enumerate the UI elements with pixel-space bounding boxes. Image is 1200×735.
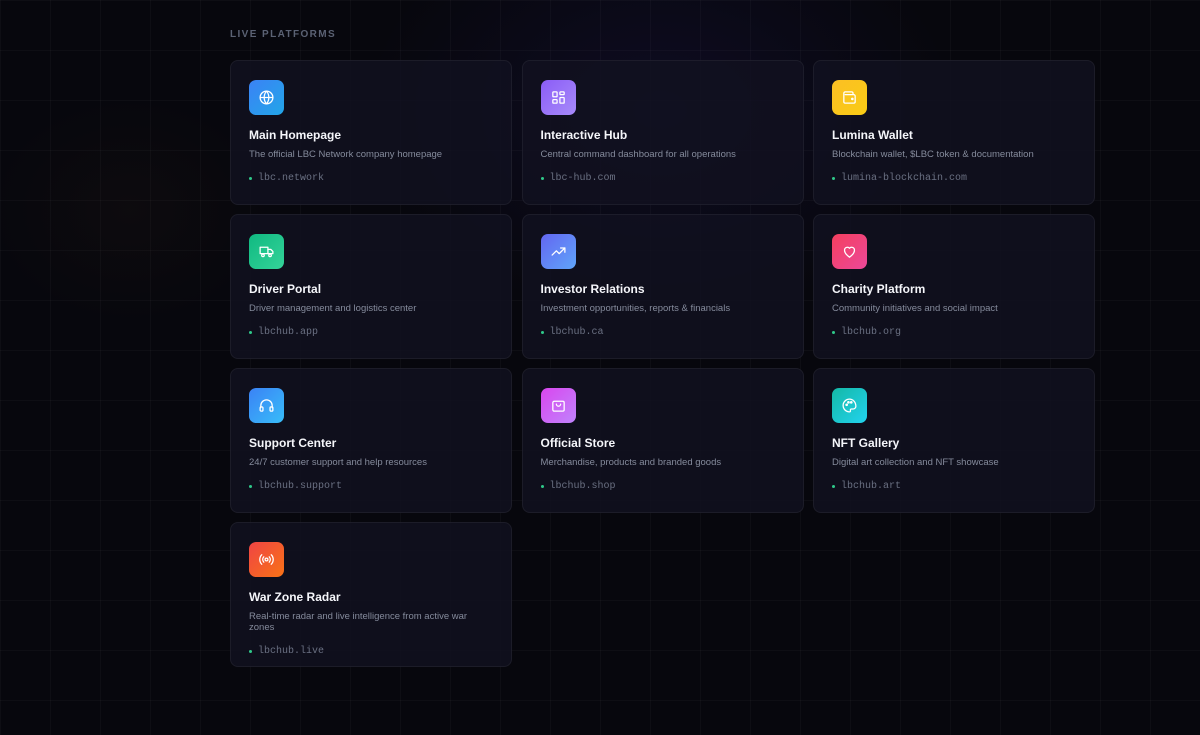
- card-url[interactable]: lbchub.app: [249, 327, 493, 338]
- platform-card-driver-portal[interactable]: Driver Portal Driver management and logi…: [230, 214, 512, 359]
- card-url[interactable]: lbchub.ca: [540, 327, 785, 338]
- url-text: lbchub.ca: [549, 327, 604, 338]
- card-title: Investor Relations: [540, 282, 645, 296]
- status-dot: [249, 331, 252, 334]
- card-description: Real-time radar and live intelligence fr…: [249, 611, 468, 633]
- card-description: Investment opportunities, reports & fina…: [540, 303, 731, 314]
- status-dot: [832, 485, 835, 488]
- trending-up-icon: [540, 234, 576, 269]
- card-title: Support Center: [249, 436, 337, 450]
- wallet-icon: [832, 80, 867, 115]
- url-text: lbchub.support: [258, 481, 343, 492]
- globe-icon: [249, 80, 284, 115]
- card-url[interactable]: lbc.network: [249, 173, 493, 184]
- headphones-icon: [249, 388, 284, 423]
- url-text: lumina-blockchain.com: [841, 173, 968, 184]
- card-url[interactable]: lbchub.org: [832, 327, 1076, 338]
- card-description: Central command dashboard for all operat…: [540, 149, 736, 160]
- url-text: lbchub.org: [841, 327, 902, 338]
- card-url[interactable]: lbchub.live: [249, 646, 493, 657]
- url-text: lbchub.shop: [549, 481, 616, 492]
- card-title: NFT Gallery: [832, 436, 900, 450]
- url-text: lbchub.app: [258, 327, 319, 338]
- card-url[interactable]: lbchub.support: [249, 481, 493, 492]
- platform-card-investor-relations[interactable]: Investor Relations Investment opportunit…: [521, 214, 804, 359]
- platform-grid: Main Homepage The official LBC Network c…: [230, 60, 1095, 667]
- status-dot: [249, 177, 252, 180]
- status-dot: [832, 331, 835, 334]
- card-description: 24/7 customer support and help resources: [249, 457, 427, 468]
- card-url[interactable]: lbchub.art: [832, 481, 1076, 492]
- card-title: Main Homepage: [249, 128, 342, 142]
- status-dot: [540, 485, 544, 488]
- url-text: lbc.network: [258, 173, 325, 184]
- platform-card-interactive-hub[interactable]: Interactive Hub Central command dashboar…: [521, 60, 804, 205]
- radio-icon: [249, 542, 284, 577]
- card-description: Blockchain wallet, $LBC token & document…: [832, 149, 1034, 160]
- url-text: lbchub.art: [841, 481, 902, 492]
- platform-card-main-homepage[interactable]: Main Homepage The official LBC Network c…: [230, 60, 512, 205]
- platform-card-charity-platform[interactable]: Charity Platform Community initiatives a…: [813, 214, 1095, 359]
- status-dot: [249, 650, 252, 653]
- card-description: Driver management and logistics center: [249, 303, 417, 314]
- truck-icon: [249, 234, 284, 269]
- card-description: The official LBC Network company homepag…: [249, 149, 443, 160]
- card-title: War Zone Radar: [249, 590, 341, 604]
- status-dot: [540, 331, 544, 334]
- platform-card-war-zone-radar[interactable]: War Zone Radar Real-time radar and live …: [230, 522, 512, 667]
- card-url[interactable]: lbc-hub.com: [540, 173, 785, 184]
- card-title: Interactive Hub: [540, 128, 628, 142]
- shopping-bag-icon: [540, 388, 576, 423]
- card-title: Official Store: [540, 436, 616, 450]
- card-description: Community initiatives and social impact: [832, 303, 998, 314]
- platform-card-lumina-wallet[interactable]: Lumina Wallet Blockchain wallet, $LBC to…: [813, 60, 1095, 205]
- section-title: LIVE PLATFORMS: [230, 29, 337, 40]
- card-url[interactable]: lbchub.shop: [540, 481, 785, 492]
- card-url[interactable]: lumina-blockchain.com: [832, 173, 1076, 184]
- card-title: Lumina Wallet: [832, 128, 913, 142]
- status-dot: [540, 177, 544, 180]
- card-title: Driver Portal: [249, 282, 322, 296]
- status-dot: [832, 177, 835, 180]
- platform-card-support-center[interactable]: Support Center 24/7 customer support and…: [230, 368, 512, 513]
- status-dot: [249, 485, 252, 488]
- grid-icon: [540, 80, 576, 115]
- card-description: Merchandise, products and branded goods: [540, 457, 722, 468]
- palette-icon: [832, 388, 867, 423]
- card-title: Charity Platform: [832, 282, 926, 296]
- url-text: lbchub.live: [258, 646, 325, 657]
- platform-card-official-store[interactable]: Official Store Merchandise, products and…: [521, 368, 804, 513]
- card-description: Digital art collection and NFT showcase: [832, 457, 999, 468]
- url-text: lbc-hub.com: [549, 173, 616, 184]
- platform-card-nft-gallery[interactable]: NFT Gallery Digital art collection and N…: [813, 368, 1095, 513]
- heart-icon: [832, 234, 867, 269]
